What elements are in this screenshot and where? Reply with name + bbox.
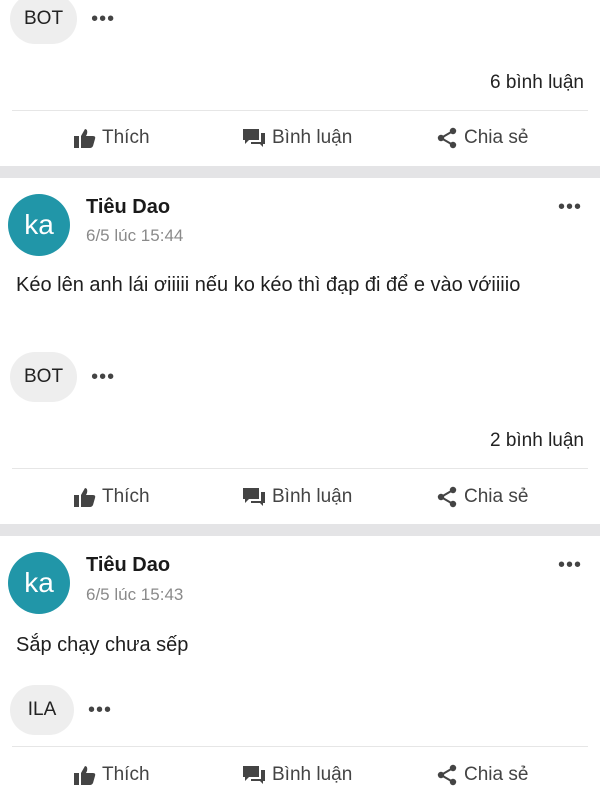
- thumbs-up-icon: [74, 766, 96, 785]
- thumbs-up-icon: [74, 129, 96, 148]
- post-options-button[interactable]: •••: [558, 555, 582, 575]
- share-icon: [437, 764, 457, 786]
- share-button[interactable]: Chia sẻ: [436, 477, 528, 517]
- comment-icon: [243, 488, 265, 506]
- action-bar: Thích Bình luận Chia sẻ: [0, 477, 600, 517]
- share-icon: [437, 486, 457, 508]
- tag-chip[interactable]: BOT: [10, 0, 78, 44]
- author-name[interactable]: Tiêu Dao: [86, 554, 170, 577]
- thumbs-up-icon: [74, 488, 96, 507]
- share-button[interactable]: Chia sẻ: [436, 118, 528, 158]
- tag-row: BOT •••: [10, 0, 115, 44]
- post-card: ka Tiêu Dao 6/5 lúc 15:44 ••• Kéo lên an…: [0, 178, 600, 524]
- comment-button[interactable]: Bình luận: [242, 755, 352, 795]
- post-text: Kéo lên anh lái ơiiiii nếu ko kéo thì đạ…: [16, 274, 521, 296]
- like-button[interactable]: Thích: [74, 118, 150, 158]
- post-card: ka Tiêu Dao 6/5 lúc 15:43 ••• Sắp chạy c…: [0, 536, 600, 800]
- comment-button[interactable]: Bình luận: [242, 477, 352, 517]
- post-options-button[interactable]: •••: [558, 197, 582, 217]
- tag-more-button[interactable]: •••: [91, 8, 115, 31]
- comment-count[interactable]: 6 bình luận: [490, 72, 584, 94]
- like-label: Thích: [102, 764, 150, 785]
- like-button[interactable]: Thích: [74, 755, 150, 795]
- tag-more-button[interactable]: •••: [88, 699, 112, 722]
- avatar[interactable]: ka: [8, 552, 70, 614]
- share-label: Chia sẻ: [464, 764, 529, 785]
- tag-row: ILA •••: [10, 685, 112, 735]
- post-timestamp: 6/5 lúc 15:44: [86, 226, 184, 245]
- like-label: Thích: [102, 127, 150, 148]
- divider: [12, 110, 588, 111]
- comment-icon: [243, 129, 265, 147]
- tag-chip[interactable]: ILA: [10, 685, 74, 735]
- action-bar: Thích Bình luận Chia sẻ: [0, 755, 600, 795]
- share-icon: [437, 127, 457, 149]
- post-separator: [0, 524, 600, 536]
- comment-label: Bình luận: [272, 764, 353, 785]
- tag-chip[interactable]: BOT: [10, 352, 78, 402]
- post-text: Sắp chạy chưa sếp: [16, 634, 189, 656]
- post-card: BOT ••• 6 bình luận Thích Bình luận Chia…: [0, 0, 600, 166]
- tag-row: BOT •••: [10, 352, 115, 402]
- tag-more-button[interactable]: •••: [91, 366, 115, 389]
- share-label: Chia sẻ: [464, 486, 529, 507]
- comment-icon: [243, 766, 265, 784]
- like-label: Thích: [102, 486, 150, 507]
- comment-count[interactable]: 2 bình luận: [490, 430, 584, 452]
- post-separator: [0, 166, 600, 178]
- comment-button[interactable]: Bình luận: [242, 118, 352, 158]
- comment-label: Bình luận: [272, 127, 353, 148]
- divider: [12, 746, 588, 747]
- like-button[interactable]: Thích: [74, 477, 150, 517]
- share-button[interactable]: Chia sẻ: [436, 755, 528, 795]
- comment-label: Bình luận: [272, 486, 353, 507]
- post-timestamp: 6/5 lúc 15:43: [86, 585, 184, 604]
- divider: [12, 468, 588, 469]
- author-name[interactable]: Tiêu Dao: [86, 196, 170, 219]
- action-bar: Thích Bình luận Chia sẻ: [0, 118, 600, 158]
- share-label: Chia sẻ: [464, 127, 529, 148]
- avatar[interactable]: ka: [8, 194, 70, 256]
